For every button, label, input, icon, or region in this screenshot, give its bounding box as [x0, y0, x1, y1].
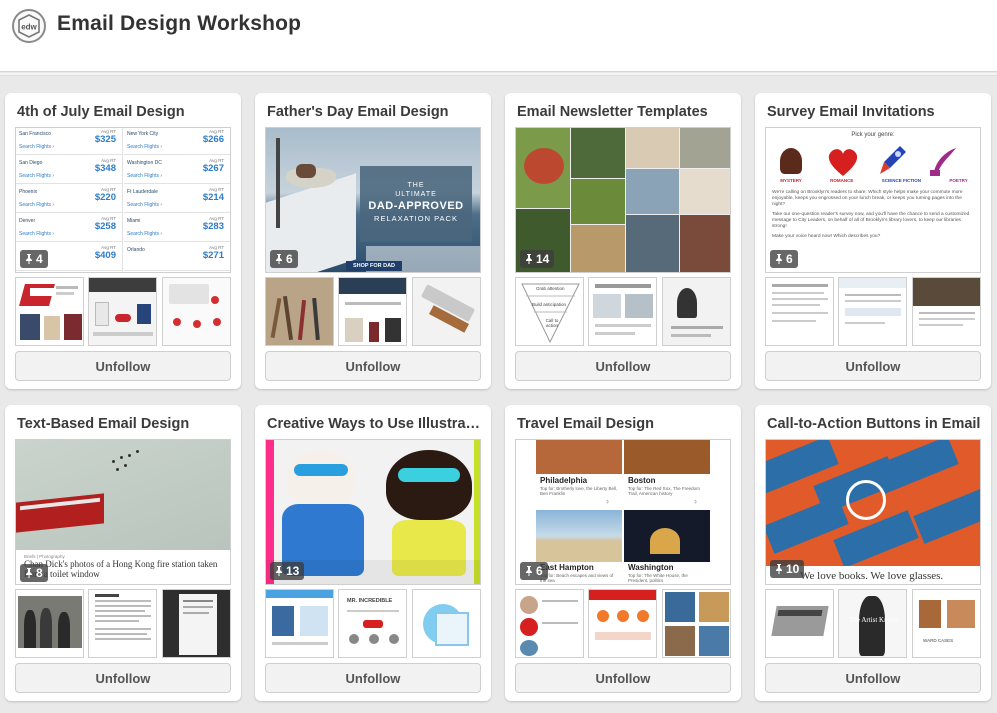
board-thumbnail[interactable]: Grab attention Build anticipation Call t… — [515, 277, 584, 346]
board-title[interactable]: Text-Based Email Design — [17, 416, 231, 432]
board-thumbnail[interactable] — [162, 589, 231, 658]
pin-count-badge: 6 — [770, 250, 798, 268]
board-thumbnail[interactable] — [338, 277, 407, 346]
board-cover-image[interactable]: 13 — [265, 439, 481, 585]
genre-labels: MYSTERY ROMANCE SCIENCE FICTION POETRY — [780, 178, 968, 183]
board-thumbnail[interactable] — [765, 589, 834, 658]
board-title[interactable]: Email Newsletter Templates — [517, 104, 731, 120]
board-thumbnail[interactable]: WARD CASES — [912, 589, 981, 658]
header-divider — [0, 73, 997, 76]
unfollow-button[interactable]: Unfollow — [765, 351, 981, 381]
board-card[interactable]: Creative Ways to Use Illustrat... 13 MR.… — [255, 405, 491, 701]
chevron-right-icon: › — [694, 496, 697, 506]
board-thumbnail[interactable] — [662, 589, 731, 658]
board-card[interactable]: 4th of July Email Design San Francisco Av… — [5, 93, 241, 389]
survey-heading: Pick your genre: — [851, 132, 895, 138]
pin-icon — [26, 254, 32, 264]
board-thumbnail[interactable] — [162, 277, 231, 346]
board-cover-image[interactable]: 14 — [515, 127, 731, 273]
app-header: edw Email Design Workshop — [0, 0, 997, 72]
board-cover-image[interactable]: THE ULTIMATE DAD-APPROVED RELAXATION PAC… — [265, 127, 481, 273]
board-cover-image[interactable]: We love books. We love glasses. 10 — [765, 439, 981, 585]
flight-grid: San Francisco Avg RT $325 Search Flights › … — [16, 128, 230, 272]
unfollow-button[interactable]: Unfollow — [15, 663, 231, 693]
board-thumbnail[interactable] — [88, 589, 157, 658]
board-thumbnail[interactable]: MR. INCREDIBLE — [338, 589, 407, 658]
shop-for-dad-button: SHOP FOR DAD — [346, 261, 402, 271]
pin-icon — [526, 254, 532, 264]
quill-icon — [930, 148, 956, 176]
pin-icon — [776, 254, 782, 264]
logo-icon[interactable]: edw — [12, 9, 46, 43]
unfollow-button[interactable]: Unfollow — [265, 663, 481, 693]
board-card[interactable]: Text-Based Email Design Briefs | Photogr… — [5, 405, 241, 701]
pin-count-badge: 14 — [520, 250, 555, 268]
news-caption: Briefs | Photography Chan Dick's photos … — [24, 554, 218, 579]
board-card[interactable]: Survey Email Invitations Pick your genre… — [755, 93, 991, 389]
pin-icon — [776, 564, 782, 574]
board-thumbnail[interactable] — [265, 589, 334, 658]
board-cover-image[interactable]: Briefs | Photography Chan Dick's photos … — [15, 439, 231, 585]
pin-icon — [26, 568, 32, 578]
unfollow-button[interactable]: Unfollow — [765, 663, 981, 693]
board-thumbnail[interactable] — [912, 277, 981, 346]
rocket-icon — [880, 146, 906, 174]
board-title[interactable]: Survey Email Invitations — [767, 104, 981, 120]
board-card[interactable]: Father's Day Email Design THE ULTIMATE D… — [255, 93, 491, 389]
chevron-right-icon: › — [606, 496, 609, 506]
mystery-icon — [780, 148, 802, 174]
board-title[interactable]: Creative Ways to Use Illustrat... — [267, 416, 481, 432]
logo-text: edw — [21, 23, 37, 32]
board-thumbnail[interactable] — [15, 589, 84, 658]
board-thumbnail[interactable] — [15, 277, 84, 346]
pin-count-badge: 13 — [270, 562, 305, 580]
unfollow-button[interactable]: Unfollow — [515, 351, 731, 381]
board-thumbnail[interactable] — [412, 277, 481, 346]
pin-icon — [526, 566, 532, 576]
board-title[interactable]: 4th of July Email Design — [17, 104, 231, 120]
board-thumbnail[interactable] — [88, 277, 157, 346]
pin-icon — [276, 254, 282, 264]
board-cover-image[interactable]: Pick your genre: MYSTERY ROMANCE SCIENCE F… — [765, 127, 981, 273]
board-title[interactable]: Travel Email Design — [517, 416, 731, 432]
board-title[interactable]: Call-to-Action Buttons in Email — [767, 416, 981, 432]
promo-banner: THE ULTIMATE DAD-APPROVED RELAXATION PAC… — [360, 166, 472, 242]
board-card[interactable]: Travel Email Design Philadelphia Top for… — [505, 405, 741, 701]
board-cover-image[interactable]: San Francisco Avg RT $325 Search Flights › … — [15, 127, 231, 273]
board-thumbnail[interactable] — [765, 277, 834, 346]
board-card[interactable]: Email Newsletter Templates 14 Grab atten… — [505, 93, 741, 389]
heart-icon — [828, 149, 858, 176]
board-title[interactable]: Father's Day Email Design — [267, 104, 481, 120]
board-cover-image[interactable]: Philadelphia Top for: Brotherly love, th… — [515, 439, 731, 585]
pin-count-badge: 6 — [270, 250, 298, 268]
board-thumbnail[interactable] — [412, 589, 481, 658]
unfollow-button[interactable]: Unfollow — [15, 351, 231, 381]
board-thumbnail[interactable] — [662, 277, 731, 346]
board-card[interactable]: Call-to-Action Buttons in Email We love … — [755, 405, 991, 701]
board-thumbnail[interactable]: The Artist Knows — [838, 589, 907, 658]
board-thumbnail[interactable] — [515, 589, 584, 658]
board-thumbnail[interactable] — [588, 589, 657, 658]
page-title[interactable]: Email Design Workshop — [57, 12, 301, 36]
board-thumbnail[interactable] — [265, 277, 334, 346]
pin-count-badge: 6 — [520, 562, 548, 580]
board-thumbnail[interactable] — [588, 277, 657, 346]
unfollow-button[interactable]: Unfollow — [265, 351, 481, 381]
board-thumbnail[interactable] — [838, 277, 907, 346]
pin-count-badge: 8 — [20, 564, 48, 582]
pin-count-badge: 10 — [770, 560, 805, 578]
pin-icon — [276, 566, 282, 576]
pin-count-badge: 4 — [20, 250, 48, 268]
unfollow-button[interactable]: Unfollow — [515, 663, 731, 693]
